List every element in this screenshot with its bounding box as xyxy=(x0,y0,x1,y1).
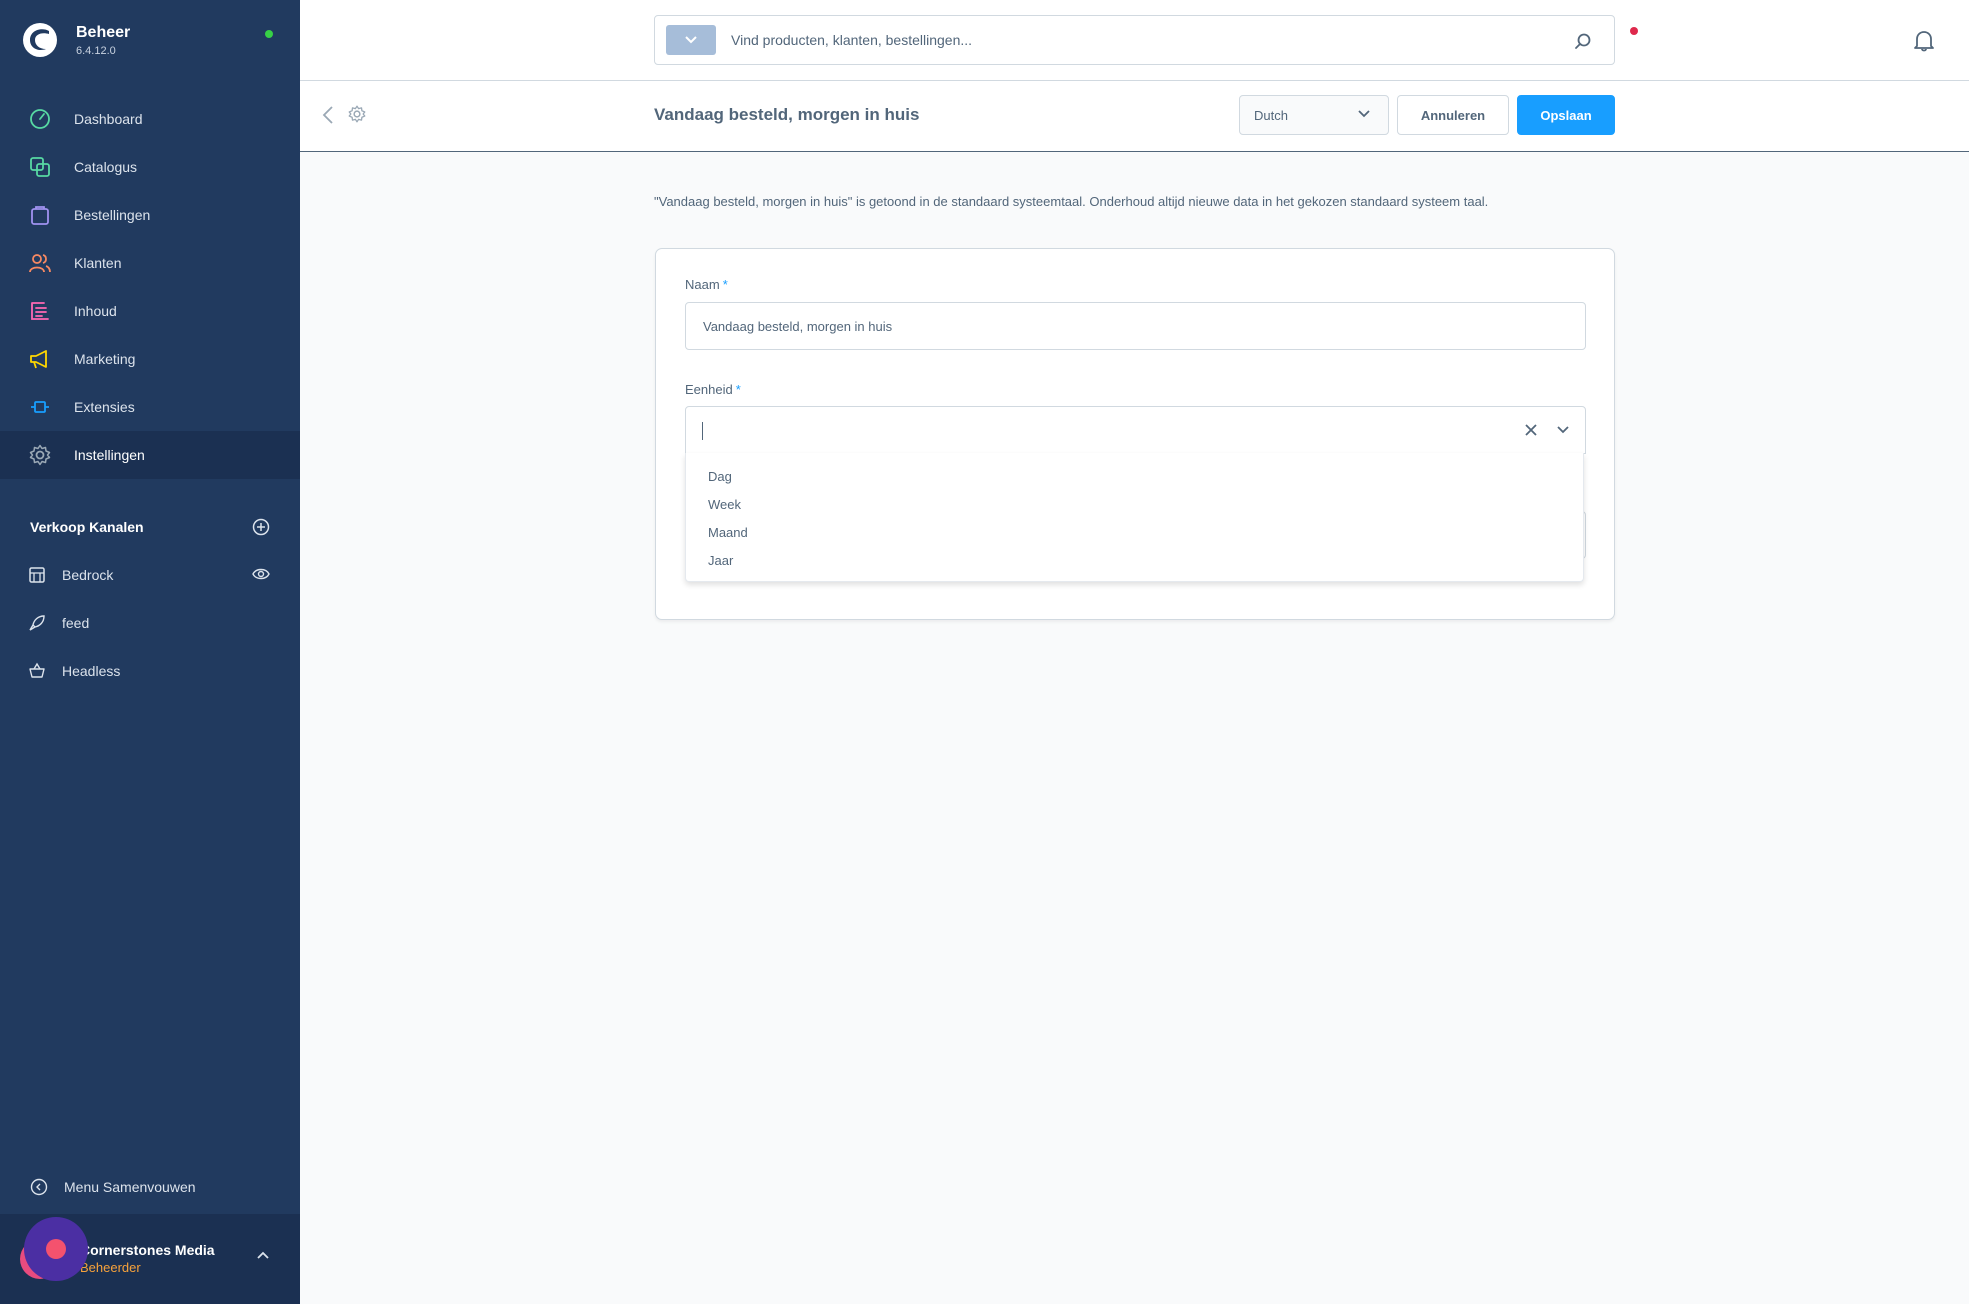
page-title: Vandaag besteld, morgen in huis xyxy=(654,105,920,124)
language-label: Dutch xyxy=(1254,107,1288,123)
sidebar-item-inhoud[interactable]: Inhoud xyxy=(0,287,300,335)
online-status-indicator xyxy=(265,30,273,38)
unit-select[interactable] xyxy=(685,406,1586,454)
cancel-button[interactable]: Annuleren xyxy=(1397,95,1509,135)
collapse-menu-button[interactable]: Menu Samenvouwen xyxy=(30,1178,196,1196)
brand[interactable]: Beheer 6.4.12.0 xyxy=(22,22,130,58)
sidebar-item-label: Marketing xyxy=(74,351,136,367)
sales-channel-label: feed xyxy=(62,615,90,631)
text-cursor xyxy=(702,422,703,440)
required-marker: * xyxy=(722,277,728,292)
sidebar-item-bestellingen[interactable]: Bestellingen xyxy=(0,191,300,239)
sidebar-item-label: Extensies xyxy=(74,399,135,415)
name-field-label: Naam * xyxy=(685,277,728,292)
unit-option[interactable]: Week xyxy=(686,491,1583,519)
avatar[interactable] xyxy=(24,1217,88,1281)
close-icon[interactable] xyxy=(1525,424,1537,436)
sales-channel-headless[interactable]: Headless xyxy=(0,647,300,695)
smart-bar: Vandaag besteld, morgen in huis Dutch An… xyxy=(300,81,1969,152)
back-arrow-icon[interactable] xyxy=(322,105,334,125)
chevron-up-icon[interactable] xyxy=(256,1250,270,1260)
sales-channel-bedrock[interactable]: Bedrock xyxy=(0,551,300,599)
catalog-icon xyxy=(28,155,52,179)
sales-channels-title: Verkoop Kanalen xyxy=(30,519,144,535)
language-switch[interactable]: Dutch xyxy=(1239,95,1389,135)
sidebar-item-label: Instellingen xyxy=(74,447,145,463)
collapse-icon xyxy=(30,1178,48,1196)
save-button[interactable]: Opslaan xyxy=(1517,95,1615,135)
main-navigation: Dashboard Catalogus Bestellingen Klanten… xyxy=(0,95,300,479)
marketing-icon xyxy=(28,347,52,371)
chevron-down-icon xyxy=(685,36,697,44)
chevron-down-icon[interactable] xyxy=(1557,426,1569,434)
sidebar-item-label: Catalogus xyxy=(74,159,138,175)
sidebar-item-instellingen[interactable]: Instellingen xyxy=(0,431,300,479)
dashboard-icon xyxy=(28,107,52,131)
settings-icon xyxy=(28,443,52,467)
avatar-dot xyxy=(46,1239,66,1259)
sidebar-item-marketing[interactable]: Marketing xyxy=(0,335,300,383)
sidebar-item-label: Bestellingen xyxy=(74,207,151,223)
app-version: 6.4.12.0 xyxy=(76,44,116,57)
gear-icon[interactable] xyxy=(348,105,366,123)
storefront-icon xyxy=(28,566,46,584)
unit-label-text: Eenheid xyxy=(685,382,733,397)
content-icon xyxy=(28,299,52,323)
search-type-dropdown[interactable] xyxy=(666,25,716,55)
rocket-icon xyxy=(28,614,46,632)
sidebar-item-label: Inhoud xyxy=(74,303,117,319)
name-label-text: Naam xyxy=(685,277,720,292)
shopware-logo-icon xyxy=(23,23,57,57)
orders-icon xyxy=(28,203,52,227)
basket-icon xyxy=(28,662,46,680)
sidebar-item-catalogus[interactable]: Catalogus xyxy=(0,143,300,191)
name-input[interactable] xyxy=(685,302,1586,350)
required-marker: * xyxy=(735,382,741,397)
search-icon[interactable] xyxy=(1574,32,1592,50)
sidebar-item-label: Klanten xyxy=(74,255,122,271)
eye-icon[interactable] xyxy=(252,567,270,581)
global-search xyxy=(654,15,1615,65)
top-bar xyxy=(300,0,1969,81)
notifications-bell-icon[interactable] xyxy=(1912,28,1936,52)
sidebar-item-klanten[interactable]: Klanten xyxy=(0,239,300,287)
sidebar-item-extensies[interactable]: Extensies xyxy=(0,383,300,431)
unit-field-label: Eenheid * xyxy=(685,382,741,397)
chevron-down-icon xyxy=(1358,110,1370,118)
user-name: Cornerstones Media xyxy=(80,1242,215,1258)
add-sales-channel-icon[interactable] xyxy=(252,518,270,536)
sidebar-item-dashboard[interactable]: Dashboard xyxy=(0,95,300,143)
sales-channel-label: Headless xyxy=(62,663,121,679)
sales-channels-list: Bedrock feed Headless xyxy=(0,551,300,695)
app-title: Beheer xyxy=(76,23,131,41)
unit-option[interactable]: Maand xyxy=(686,519,1583,547)
search-input[interactable] xyxy=(731,32,1551,48)
sidebar: Beheer 6.4.12.0 Dashboard Catalogus Best… xyxy=(0,0,300,1304)
sales-channel-label: Bedrock xyxy=(62,567,114,583)
sales-channels-header: Verkoop Kanalen xyxy=(30,518,270,536)
unit-option[interactable]: Dag xyxy=(686,463,1583,491)
unit-option[interactable]: Jaar xyxy=(686,547,1583,575)
unit-dropdown-list: Dag Week Maand Jaar xyxy=(685,453,1584,582)
collapse-menu-label: Menu Samenvouwen xyxy=(64,1179,196,1195)
sales-channel-feed[interactable]: feed xyxy=(0,599,300,647)
user-role: Beheerder xyxy=(80,1260,141,1275)
sidebar-item-label: Dashboard xyxy=(74,111,143,127)
notification-badge xyxy=(1630,27,1638,35)
customers-icon xyxy=(28,251,52,275)
language-notice: "Vandaag besteld, morgen in huis" is get… xyxy=(654,194,1489,209)
extensions-icon xyxy=(28,395,52,419)
